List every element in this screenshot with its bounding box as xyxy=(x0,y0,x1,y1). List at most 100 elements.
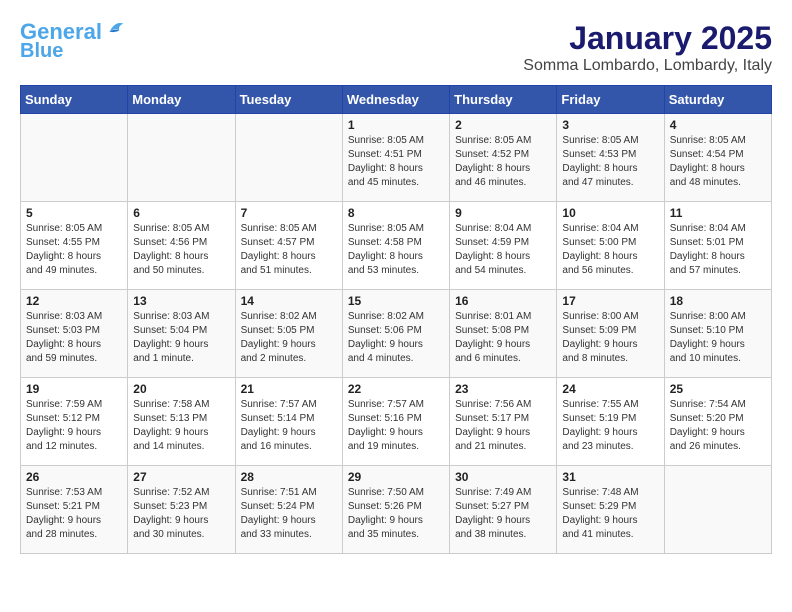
day-info: Sunrise: 8:05 AM Sunset: 4:53 PM Dayligh… xyxy=(562,134,658,190)
day-info: Sunrise: 7:48 AM Sunset: 5:29 PM Dayligh… xyxy=(562,486,658,542)
calendar-week-2: 5 Sunrise: 8:05 AM Sunset: 4:55 PM Daylig… xyxy=(21,202,772,290)
calendar-cell: 5 Sunrise: 8:05 AM Sunset: 4:55 PM Daylig… xyxy=(21,202,128,290)
calendar-cell: 9Sunrise: 8:04 AM Sunset: 4:59 PM Daylig… xyxy=(450,202,557,290)
calendar-table: SundayMondayTuesdayWednesdayThursdayFrid… xyxy=(20,85,772,554)
calendar-cell: 16 Sunrise: 8:01 AM Sunset: 5:08 PM Dayli… xyxy=(450,290,557,378)
calendar-cell: 13 Sunrise: 8:03 AM Sunset: 5:04 PM Dayli… xyxy=(128,290,235,378)
page-header: General Blue January 2025 Somma Lombardo… xyxy=(20,20,772,75)
day-info: Sunrise: 8:05 AM Sunset: 4:57 PM Dayligh… xyxy=(241,222,337,278)
day-number: 2 xyxy=(455,118,551,132)
calendar-cell: 1 Sunrise: 8:05 AM Sunset: 4:51 PM Daylig… xyxy=(342,114,449,202)
calendar-week-1: 1 Sunrise: 8:05 AM Sunset: 4:51 PM Daylig… xyxy=(21,114,772,202)
day-number: 21 xyxy=(241,382,337,396)
day-info: Sunrise: 8:03 AM Sunset: 5:03 PM Dayligh… xyxy=(26,310,122,366)
calendar-cell: 24 Sunrise: 7:55 AM Sunset: 5:19 PM Dayli… xyxy=(557,378,664,466)
weekday-header-row: SundayMondayTuesdayWednesdayThursdayFrid… xyxy=(21,86,772,114)
day-number: 1 xyxy=(348,118,444,132)
day-number: 30 xyxy=(455,470,551,484)
day-info: Sunrise: 8:02 AM Sunset: 5:05 PM Dayligh… xyxy=(241,310,337,366)
day-info: Sunrise: 8:05 AM Sunset: 4:55 PM Dayligh… xyxy=(26,222,122,278)
day-number: 31 xyxy=(562,470,658,484)
calendar-cell xyxy=(128,114,235,202)
calendar-cell: 31 Sunrise: 7:48 AM Sunset: 5:29 PM Dayli… xyxy=(557,466,664,554)
calendar-subtitle: Somma Lombardo, Lombardy, Italy xyxy=(523,57,772,75)
weekday-header-thursday: Thursday xyxy=(450,86,557,114)
day-info: Sunrise: 8:05 AM Sunset: 4:54 PM Dayligh… xyxy=(670,134,766,190)
title-block: January 2025 Somma Lombardo, Lombardy, I… xyxy=(523,20,772,75)
logo-bird-icon xyxy=(104,18,126,40)
calendar-cell xyxy=(21,114,128,202)
day-number: 11 xyxy=(670,206,766,220)
day-number: 12 xyxy=(26,294,122,308)
day-info: Sunrise: 8:02 AM Sunset: 5:06 PM Dayligh… xyxy=(348,310,444,366)
calendar-week-4: 19 Sunrise: 7:59 AM Sunset: 5:12 PM Dayli… xyxy=(21,378,772,466)
calendar-title: January 2025 xyxy=(523,20,772,57)
weekday-header-wednesday: Wednesday xyxy=(342,86,449,114)
day-number: 13 xyxy=(133,294,229,308)
day-info: Sunrise: 8:04 AM Sunset: 5:01 PM Dayligh… xyxy=(670,222,766,278)
calendar-week-3: 12 Sunrise: 8:03 AM Sunset: 5:03 PM Dayli… xyxy=(21,290,772,378)
day-info: Sunrise: 8:05 AM Sunset: 4:51 PM Dayligh… xyxy=(348,134,444,190)
day-number: 25 xyxy=(670,382,766,396)
day-info: Sunrise: 7:57 AM Sunset: 5:14 PM Dayligh… xyxy=(241,398,337,454)
day-number: 19 xyxy=(26,382,122,396)
weekday-header-saturday: Saturday xyxy=(664,86,771,114)
calendar-cell: 15 Sunrise: 8:02 AM Sunset: 5:06 PM Dayli… xyxy=(342,290,449,378)
calendar-cell: 3Sunrise: 8:05 AM Sunset: 4:53 PM Daylig… xyxy=(557,114,664,202)
day-number: 26 xyxy=(26,470,122,484)
calendar-cell: 21 Sunrise: 7:57 AM Sunset: 5:14 PM Dayli… xyxy=(235,378,342,466)
day-info: Sunrise: 8:05 AM Sunset: 4:58 PM Dayligh… xyxy=(348,222,444,278)
calendar-cell: 23Sunrise: 7:56 AM Sunset: 5:17 PM Dayli… xyxy=(450,378,557,466)
logo-blue: Blue xyxy=(20,40,63,62)
calendar-cell: 29 Sunrise: 7:50 AM Sunset: 5:26 PM Dayli… xyxy=(342,466,449,554)
calendar-cell: 26 Sunrise: 7:53 AM Sunset: 5:21 PM Dayli… xyxy=(21,466,128,554)
day-info: Sunrise: 8:05 AM Sunset: 4:56 PM Dayligh… xyxy=(133,222,229,278)
day-number: 22 xyxy=(348,382,444,396)
day-number: 17 xyxy=(562,294,658,308)
calendar-cell: 4 Sunrise: 8:05 AM Sunset: 4:54 PM Daylig… xyxy=(664,114,771,202)
day-number: 16 xyxy=(455,294,551,308)
day-info: Sunrise: 7:54 AM Sunset: 5:20 PM Dayligh… xyxy=(670,398,766,454)
day-info: Sunrise: 7:57 AM Sunset: 5:16 PM Dayligh… xyxy=(348,398,444,454)
weekday-header-friday: Friday xyxy=(557,86,664,114)
day-number: 20 xyxy=(133,382,229,396)
day-info: Sunrise: 8:00 AM Sunset: 5:09 PM Dayligh… xyxy=(562,310,658,366)
calendar-cell: 18 Sunrise: 8:00 AM Sunset: 5:10 PM Dayli… xyxy=(664,290,771,378)
day-number: 15 xyxy=(348,294,444,308)
day-info: Sunrise: 8:05 AM Sunset: 4:52 PM Dayligh… xyxy=(455,134,551,190)
day-number: 5 xyxy=(26,206,122,220)
calendar-cell: 17 Sunrise: 8:00 AM Sunset: 5:09 PM Dayli… xyxy=(557,290,664,378)
weekday-header-sunday: Sunday xyxy=(21,86,128,114)
day-info: Sunrise: 7:52 AM Sunset: 5:23 PM Dayligh… xyxy=(133,486,229,542)
day-info: Sunrise: 7:59 AM Sunset: 5:12 PM Dayligh… xyxy=(26,398,122,454)
day-number: 18 xyxy=(670,294,766,308)
calendar-cell: 19 Sunrise: 7:59 AM Sunset: 5:12 PM Dayli… xyxy=(21,378,128,466)
day-info: Sunrise: 7:53 AM Sunset: 5:21 PM Dayligh… xyxy=(26,486,122,542)
calendar-cell: 28Sunrise: 7:51 AM Sunset: 5:24 PM Dayli… xyxy=(235,466,342,554)
day-info: Sunrise: 8:01 AM Sunset: 5:08 PM Dayligh… xyxy=(455,310,551,366)
calendar-week-5: 26 Sunrise: 7:53 AM Sunset: 5:21 PM Dayli… xyxy=(21,466,772,554)
day-number: 27 xyxy=(133,470,229,484)
day-info: Sunrise: 8:00 AM Sunset: 5:10 PM Dayligh… xyxy=(670,310,766,366)
day-info: Sunrise: 8:04 AM Sunset: 5:00 PM Dayligh… xyxy=(562,222,658,278)
day-number: 4 xyxy=(670,118,766,132)
day-number: 14 xyxy=(241,294,337,308)
weekday-header-monday: Monday xyxy=(128,86,235,114)
calendar-cell xyxy=(664,466,771,554)
day-info: Sunrise: 8:03 AM Sunset: 5:04 PM Dayligh… xyxy=(133,310,229,366)
day-info: Sunrise: 7:50 AM Sunset: 5:26 PM Dayligh… xyxy=(348,486,444,542)
day-info: Sunrise: 7:55 AM Sunset: 5:19 PM Dayligh… xyxy=(562,398,658,454)
calendar-cell: 6 Sunrise: 8:05 AM Sunset: 4:56 PM Daylig… xyxy=(128,202,235,290)
calendar-cell: 22 Sunrise: 7:57 AM Sunset: 5:16 PM Dayli… xyxy=(342,378,449,466)
calendar-cell: 25 Sunrise: 7:54 AM Sunset: 5:20 PM Dayli… xyxy=(664,378,771,466)
day-number: 6 xyxy=(133,206,229,220)
day-number: 24 xyxy=(562,382,658,396)
logo: General Blue xyxy=(20,20,126,62)
calendar-cell: 10Sunrise: 8:04 AM Sunset: 5:00 PM Dayli… xyxy=(557,202,664,290)
day-number: 23 xyxy=(455,382,551,396)
calendar-cell: 12 Sunrise: 8:03 AM Sunset: 5:03 PM Dayli… xyxy=(21,290,128,378)
calendar-cell: 14 Sunrise: 8:02 AM Sunset: 5:05 PM Dayli… xyxy=(235,290,342,378)
day-number: 28 xyxy=(241,470,337,484)
calendar-cell: 20Sunrise: 7:58 AM Sunset: 5:13 PM Dayli… xyxy=(128,378,235,466)
day-number: 29 xyxy=(348,470,444,484)
